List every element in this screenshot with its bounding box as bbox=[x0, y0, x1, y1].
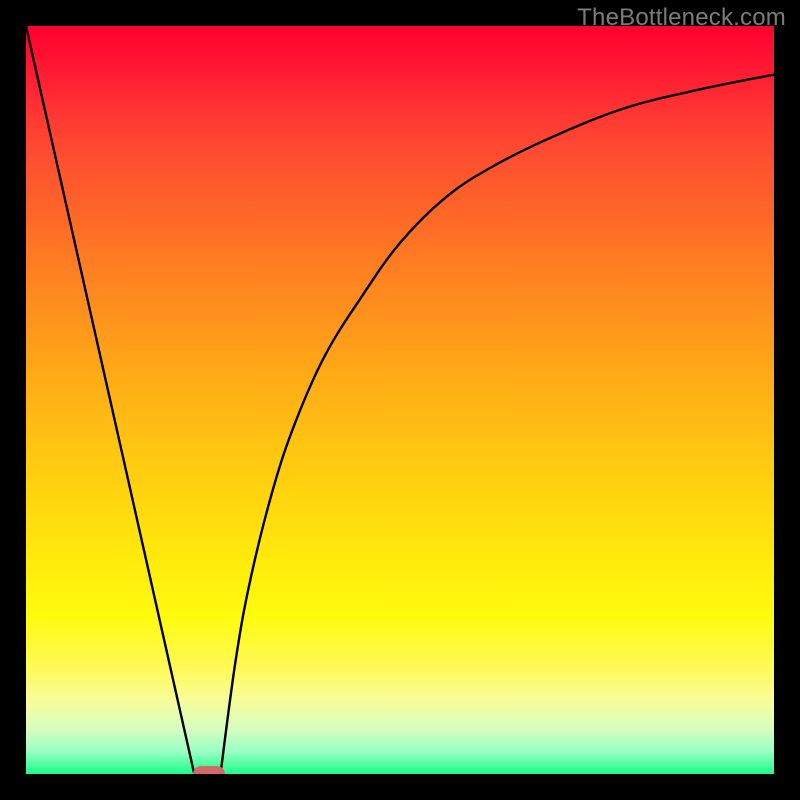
plot-area bbox=[26, 26, 774, 774]
chart-frame: TheBottleneck.com bbox=[0, 0, 800, 800]
watermark-text: TheBottleneck.com bbox=[577, 4, 786, 32]
left-line bbox=[26, 26, 194, 774]
right-curve bbox=[220, 75, 774, 774]
min-marker bbox=[193, 766, 225, 774]
curves-svg bbox=[26, 26, 774, 774]
